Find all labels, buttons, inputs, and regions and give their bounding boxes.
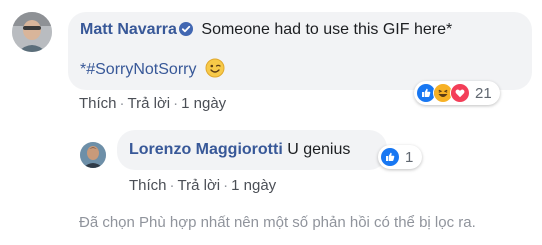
comment-bubble: Matt Navarra Someone had to use this GIF…	[68, 12, 532, 90]
reply-timestamp[interactable]: 1 ngày	[231, 177, 276, 194]
reply-bubble: Lorenzo Maggiorotti U genius	[117, 130, 387, 170]
comment-author-name[interactable]: Matt Navarra	[80, 21, 177, 38]
wink-emoji-icon	[205, 58, 225, 83]
reply-reactions-summary[interactable]: 1	[378, 145, 422, 169]
avatar-matt-navarra[interactable]	[12, 12, 52, 52]
reply-reply-link[interactable]: Trả lời	[178, 177, 221, 194]
reply-reaction-count: 1	[405, 148, 414, 166]
hashtag-link[interactable]: *#SorryNotSorry	[80, 61, 196, 78]
reply-text: U genius	[287, 141, 351, 158]
comment-text: Someone had to use this GIF here*	[201, 21, 453, 38]
comment-timestamp[interactable]: 1 ngày	[181, 95, 226, 112]
comment-reply-link[interactable]: Trả lời	[128, 95, 171, 112]
avatar-lorenzo-maggiorotti[interactable]	[80, 142, 106, 168]
comment-reaction-count: 21	[475, 84, 492, 102]
verified-badge-icon	[178, 22, 193, 36]
comment-like-link[interactable]: Thích	[79, 95, 117, 112]
reply-like-link[interactable]: Thích	[129, 177, 167, 194]
comment-actions: Thích · Trả lời · 1 ngày	[79, 95, 227, 112]
comment-reactions-summary[interactable]: 21	[414, 81, 500, 105]
reply-actions: Thích · Trả lời · 1 ngày	[129, 177, 277, 194]
love-icon	[450, 83, 470, 103]
reply-author-name[interactable]: Lorenzo Maggiorotti	[129, 141, 283, 158]
filtered-replies-note: Đã chọn Phù hợp nhất nên một số phản hồi…	[79, 214, 476, 231]
like-icon	[380, 147, 400, 167]
